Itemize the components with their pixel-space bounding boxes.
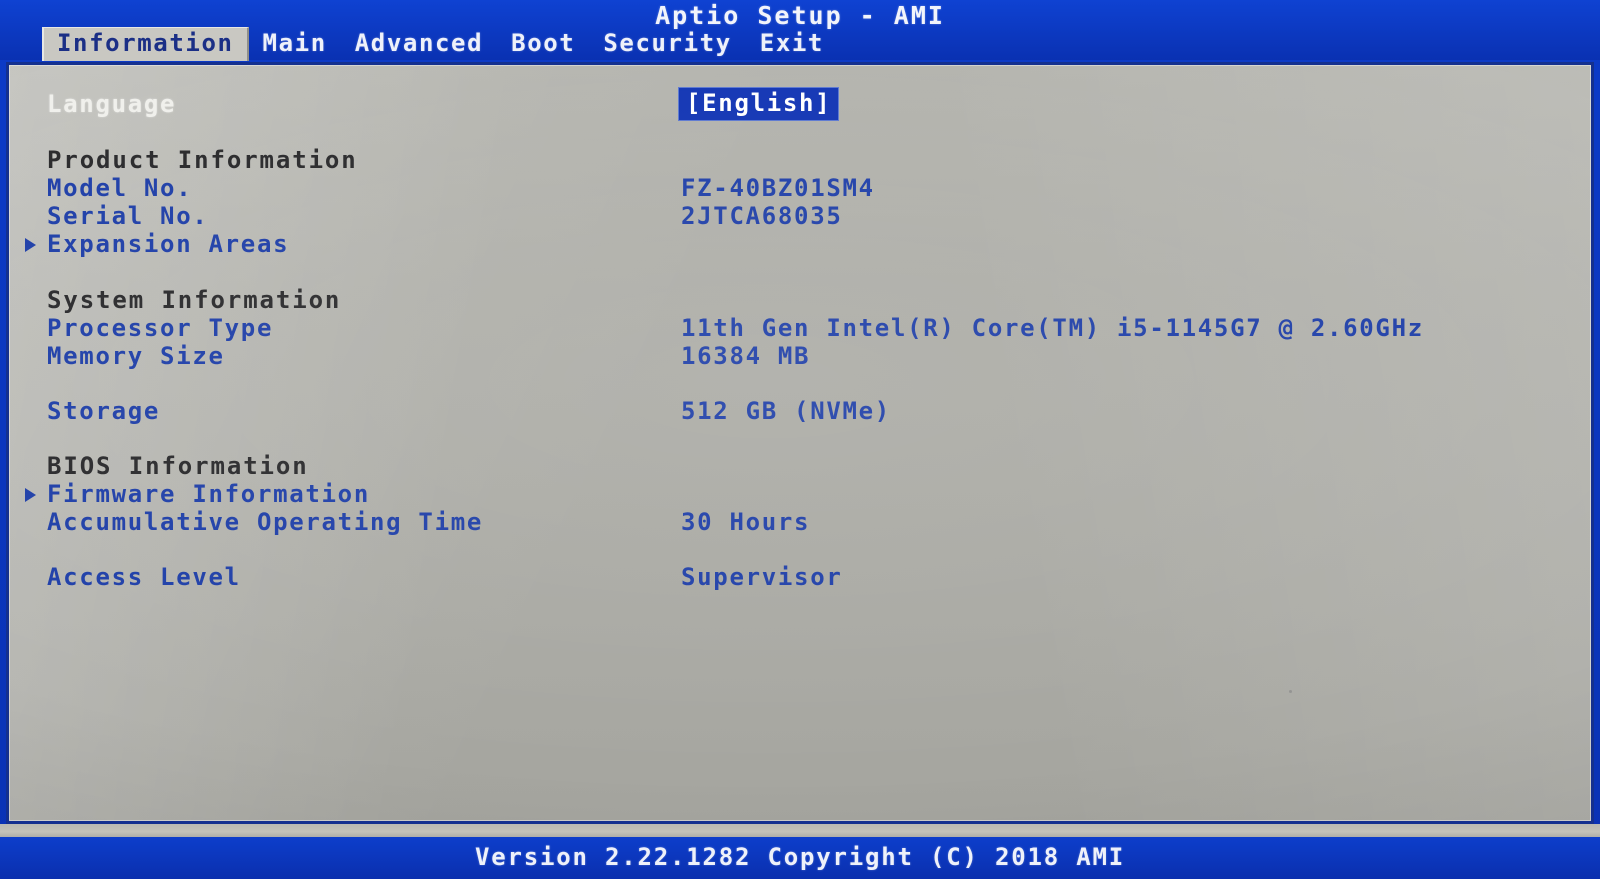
submenu-arrow-slot: [17, 485, 43, 504]
footer-bar: Version 2.22.1282 Copyright (C) 2018 AMI: [0, 837, 1600, 879]
product-information-heading-label: Product Information: [47, 146, 358, 174]
row-model-no[interactable]: Model No. FZ-40BZ01SM4: [9, 173, 1591, 203]
submenu-arrow-slot: [17, 235, 43, 254]
row-bios-information-heading: BIOS Information: [9, 451, 1591, 481]
panel-footer-gap: [0, 824, 1600, 837]
access-level-label: Access Level: [47, 563, 241, 591]
row-system-information-heading: System Information: [9, 285, 1591, 315]
version-text: Version 2.22.1282 Copyright (C) 2018 AMI: [475, 843, 1125, 871]
row-processor-type[interactable]: Processor Type 11th Gen Intel(R) Core(TM)…: [9, 313, 1591, 343]
menu-item-security[interactable]: Security: [589, 27, 745, 61]
processor-type-label: Processor Type: [47, 314, 274, 342]
row-access-level[interactable]: Access Level Supervisor: [9, 562, 1591, 592]
memory-size-value: 16384 MB: [681, 342, 811, 370]
row-accumulative-operating-time[interactable]: Accumulative Operating Time 30 Hours: [9, 507, 1591, 537]
storage-value: 512 GB (NVMe): [681, 397, 891, 425]
access-level-value: Supervisor: [681, 563, 843, 591]
accumulative-operating-time-label: Accumulative Operating Time: [47, 508, 484, 536]
row-product-information-heading: Product Information: [9, 145, 1591, 175]
title-bar: Aptio Setup - AMI Information Main Advance…: [0, 0, 1600, 61]
language-value[interactable]: [English]: [678, 87, 840, 121]
row-firmware-information[interactable]: Firmware Information: [9, 479, 1591, 509]
serial-no-label: Serial No.: [47, 202, 209, 230]
system-information-heading-label: System Information: [47, 286, 342, 314]
model-no-label: Model No.: [47, 174, 193, 202]
serial-no-value: 2JTCA68035: [681, 202, 843, 230]
menu-item-exit[interactable]: Exit: [746, 27, 838, 61]
row-memory-size[interactable]: Memory Size 16384 MB: [9, 341, 1591, 371]
firmware-information-label: Firmware Information: [47, 480, 370, 508]
row-serial-no[interactable]: Serial No. 2JTCA68035: [9, 201, 1591, 231]
menu-item-advanced[interactable]: Advanced: [341, 27, 497, 61]
memory-size-label: Memory Size: [47, 342, 225, 370]
chevron-right-icon: [24, 488, 36, 502]
page-title: Aptio Setup - AMI: [655, 1, 945, 30]
model-no-value: FZ-40BZ01SM4: [681, 174, 875, 202]
row-storage[interactable]: Storage 512 GB (NVMe): [9, 396, 1591, 426]
menu-item-information[interactable]: Information: [42, 27, 249, 61]
language-label: Language: [47, 90, 177, 118]
accumulative-operating-time-value: 30 Hours: [681, 508, 811, 536]
menu-bar: Information Main Advanced Boot Security Exit: [42, 27, 838, 61]
bios-setup-screen: Aptio Setup - AMI Information Main Advance…: [0, 0, 1600, 879]
processor-type-value: 11th Gen Intel(R) Core(TM) i5-1145G7 @ 2…: [681, 314, 1424, 342]
row-language[interactable]: Language [English]: [9, 87, 1591, 121]
expansion-areas-label: Expansion Areas: [47, 230, 290, 258]
menu-item-main[interactable]: Main: [249, 27, 341, 61]
row-expansion-areas[interactable]: Expansion Areas: [9, 229, 1591, 259]
storage-label: Storage: [47, 397, 161, 425]
chevron-right-icon: [24, 238, 36, 252]
settings-list: Language [English] Product Information Mode…: [9, 65, 1591, 821]
bios-information-heading-label: BIOS Information: [47, 452, 309, 480]
content-panel: Language [English] Product Information Mode…: [6, 62, 1594, 824]
menu-item-boot[interactable]: Boot: [497, 27, 589, 61]
